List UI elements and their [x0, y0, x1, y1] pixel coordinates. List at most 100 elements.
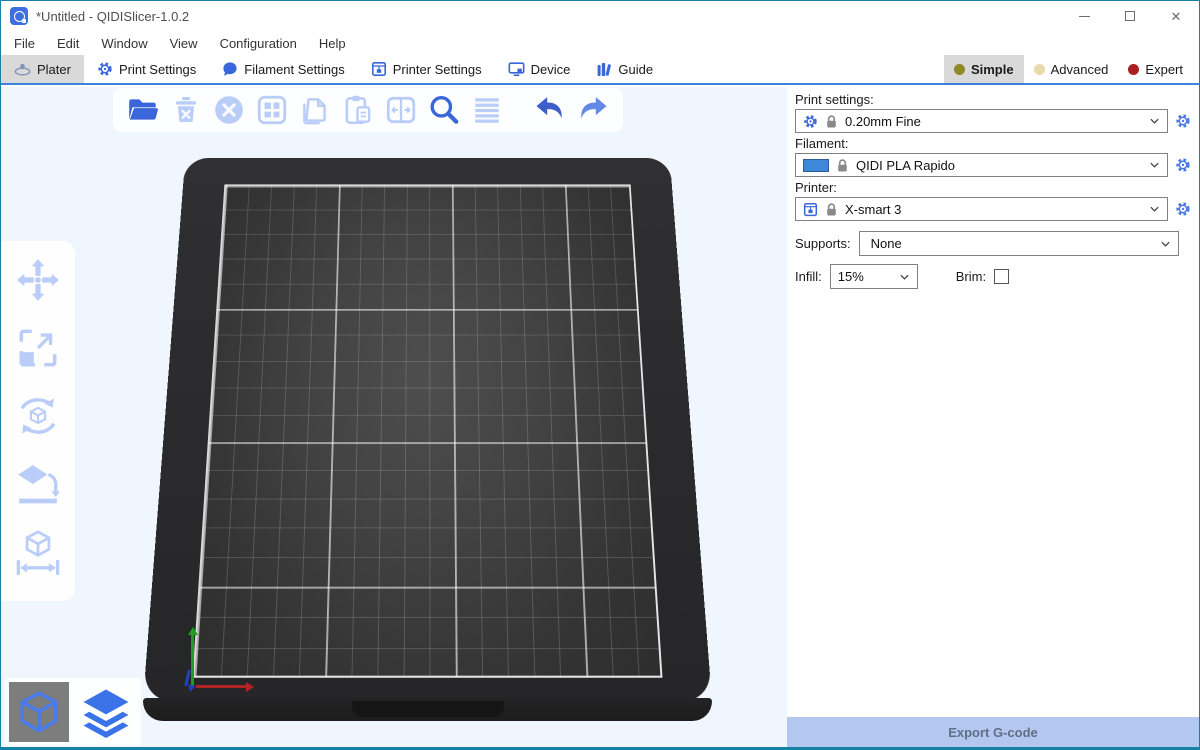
- filament-value: QIDI PLA Rapido: [856, 158, 1142, 173]
- bed-handle: [352, 701, 504, 717]
- rotate-icon: [14, 392, 62, 440]
- tab-print-settings[interactable]: Print Settings: [84, 55, 209, 83]
- gear-icon: [1175, 157, 1191, 173]
- place-on-face-button[interactable]: [13, 459, 63, 509]
- printer-label: Printer:: [795, 180, 1195, 195]
- maximize-button[interactable]: [1107, 1, 1153, 31]
- variable-layer-height-button[interactable]: [469, 92, 505, 128]
- lock-icon: [825, 202, 838, 217]
- supports-combo[interactable]: None: [859, 231, 1179, 256]
- mode-advanced[interactable]: Advanced: [1024, 55, 1119, 83]
- measure-button[interactable]: [13, 527, 63, 577]
- split-objects-button[interactable]: [383, 92, 419, 128]
- tab-label: Print Settings: [119, 62, 196, 77]
- tab-label: Device: [531, 62, 571, 77]
- gear-icon: [1175, 113, 1191, 129]
- export-gcode-button[interactable]: Export G-code: [787, 717, 1199, 747]
- books-icon: [596, 61, 612, 77]
- 3d-editor-view-button[interactable]: [9, 682, 69, 742]
- plater-icon: [14, 62, 31, 77]
- search-icon: [427, 93, 461, 127]
- bed-grid: [193, 184, 663, 677]
- open-button[interactable]: [125, 92, 161, 128]
- tabbar: Plater Print Settings Filament Settings …: [1, 55, 1199, 85]
- main-toolbar: [113, 88, 623, 132]
- menu-configuration[interactable]: Configuration: [209, 31, 308, 55]
- delete-all-button[interactable]: [211, 92, 247, 128]
- measure-icon: [14, 528, 62, 576]
- chevron-down-icon: [1149, 117, 1160, 125]
- 3d-viewport[interactable]: [1, 87, 787, 747]
- printer-value: X-smart 3: [845, 202, 1142, 217]
- printer-gear-button[interactable]: [1173, 198, 1193, 220]
- print-settings-combo[interactable]: 0.20mm Fine: [795, 109, 1168, 133]
- window-title: *Untitled - QIDISlicer-1.0.2: [36, 9, 189, 24]
- axis-y-green: [191, 634, 194, 686]
- mode-selector: Simple Advanced Expert: [944, 55, 1193, 83]
- menu-view[interactable]: View: [159, 31, 209, 55]
- mode-label: Expert: [1145, 62, 1183, 77]
- filament-color-swatch: [803, 159, 829, 172]
- scale-button[interactable]: [13, 323, 63, 373]
- minimize-button[interactable]: [1061, 1, 1107, 31]
- arrange-button[interactable]: [254, 92, 290, 128]
- chevron-down-icon: [1149, 161, 1160, 169]
- rotate-button[interactable]: [13, 391, 63, 441]
- redo-button[interactable]: [575, 92, 611, 128]
- menu-file[interactable]: File: [3, 31, 46, 55]
- minimize-icon: [1079, 16, 1090, 17]
- tab-plater[interactable]: Plater: [1, 55, 84, 83]
- menu-edit[interactable]: Edit: [46, 31, 90, 55]
- gear-icon: [1175, 201, 1191, 217]
- copy-icon: [298, 93, 332, 127]
- paste-button[interactable]: [340, 92, 376, 128]
- axis-x-arrowhead: [246, 682, 254, 692]
- printer-combo[interactable]: X-smart 3: [795, 197, 1168, 221]
- tab-filament-settings[interactable]: Filament Settings: [209, 55, 357, 83]
- search-button[interactable]: [426, 92, 462, 128]
- simple-dot-icon: [954, 64, 965, 75]
- advanced-dot-icon: [1034, 64, 1045, 75]
- infill-combo[interactable]: 15%: [830, 264, 918, 289]
- preview-layers-icon: [80, 686, 132, 738]
- infill-value: 15%: [838, 269, 893, 284]
- monitor-icon: [508, 61, 525, 77]
- 3d-editor-cube-icon: [16, 689, 62, 735]
- brim-label: Brim:: [956, 269, 986, 284]
- mode-expert[interactable]: Expert: [1118, 55, 1193, 83]
- lock-icon: [836, 158, 849, 173]
- brim-checkbox[interactable]: [994, 269, 1009, 284]
- lock-icon: [825, 114, 838, 129]
- axis-y-arrowhead: [188, 627, 198, 635]
- close-icon: ✕: [1171, 10, 1182, 23]
- filament-gear-button[interactable]: [1173, 154, 1193, 176]
- tab-guide[interactable]: Guide: [583, 55, 666, 83]
- mode-simple[interactable]: Simple: [944, 55, 1024, 83]
- filament-combo[interactable]: QIDI PLA Rapido: [795, 153, 1168, 177]
- supports-label: Supports:: [795, 236, 851, 251]
- delete-button[interactable]: [168, 92, 204, 128]
- view-mode-toggle: [5, 678, 141, 746]
- print-settings-gear-button[interactable]: [1173, 110, 1193, 132]
- close-button[interactable]: ✕: [1153, 1, 1199, 31]
- scale-icon: [15, 325, 61, 371]
- printer-icon: [803, 202, 818, 217]
- copy-button[interactable]: [297, 92, 333, 128]
- app-logo-icon: [10, 7, 28, 25]
- redo-icon: [575, 92, 611, 128]
- gear-icon: [97, 61, 113, 77]
- chevron-down-icon: [1160, 240, 1171, 248]
- menu-help[interactable]: Help: [308, 31, 357, 55]
- tab-device[interactable]: Device: [495, 55, 584, 83]
- menu-window[interactable]: Window: [90, 31, 158, 55]
- move-button[interactable]: [13, 255, 63, 305]
- app-window: *Untitled - QIDISlicer-1.0.2 ✕ File Edit…: [0, 0, 1200, 750]
- titlebar: *Untitled - QIDISlicer-1.0.2 ✕: [1, 1, 1199, 31]
- undo-button[interactable]: [532, 92, 568, 128]
- settings-sidebar: Print settings: 0.20mm Fine Filament: QI…: [787, 87, 1199, 747]
- preview-view-button[interactable]: [76, 682, 136, 742]
- paste-icon: [341, 93, 375, 127]
- infill-label: Infill:: [795, 269, 822, 284]
- tab-printer-settings[interactable]: Printer Settings: [358, 55, 495, 83]
- supports-value: None: [867, 236, 1153, 251]
